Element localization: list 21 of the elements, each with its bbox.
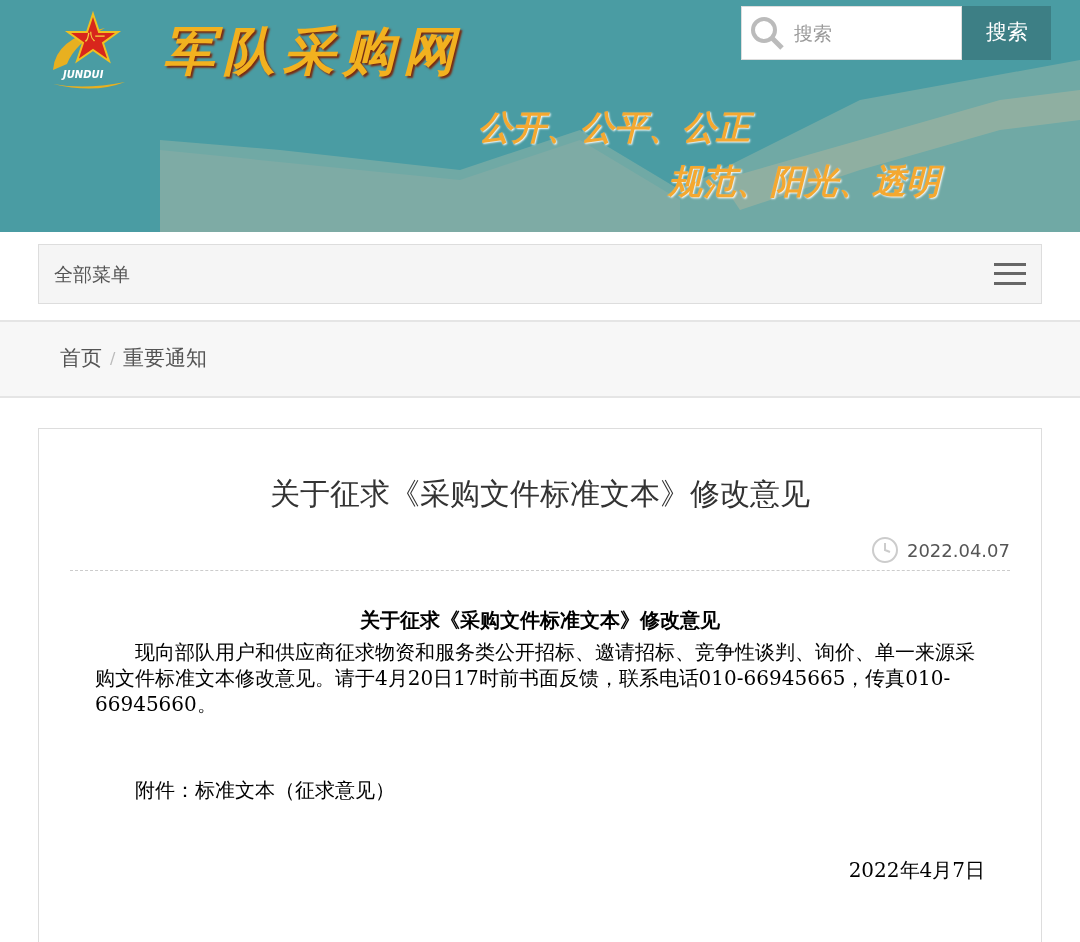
menu-bar[interactable]: 全部菜单: [38, 244, 1042, 304]
breadcrumb-link[interactable]: 首页: [60, 343, 102, 375]
emblem-text: 八一: [85, 32, 105, 42]
body-paragraph: 现向部队用户和供应商征求物资和服务类公开招标、邀请招标、竞争性谈判、询价、单一来源采购文件标准文本修改意见。请于4月20日17时前书面反馈，联系电话010-66945665，传真010-66945660。: [95, 639, 976, 717]
emblem-label: JUNDUI: [63, 70, 104, 80]
clock-icon: [870, 536, 899, 564]
search-button[interactable]: 搜索: [962, 6, 1051, 60]
article-title: 关于征求《采购文件标准文本》修改意见: [269, 475, 811, 513]
site-name: 军队采购网: [163, 20, 463, 83]
article-date: 2022.04.07: [906, 538, 1010, 563]
menu-label: 全部菜单: [54, 261, 130, 287]
body-title: 关于征求《采购文件标准文本》修改意见: [359, 607, 721, 634]
menu-icon[interactable]: [994, 263, 1026, 285]
attachment-text: 附件：标准文本（征求意见）: [134, 777, 396, 804]
breadcrumb-link[interactable]: 重要通知: [123, 343, 208, 375]
signature-date: 2022年4月7日: [847, 857, 985, 884]
search-icon: [749, 15, 785, 51]
breadcrumb-separator: /: [110, 348, 116, 370]
search-field[interactable]: 搜索: [741, 6, 962, 60]
slogan-text: 公开、公平、公正: [470, 105, 758, 149]
slogan-text: 规范、阳光、透明: [660, 159, 948, 203]
